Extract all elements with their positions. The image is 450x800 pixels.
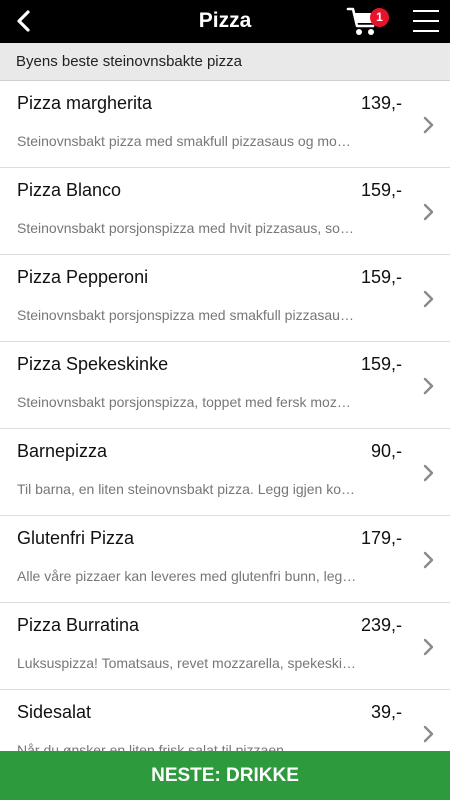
menu-item[interactable]: Barnepizza 90,- Til barna, en liten stei… <box>0 429 450 516</box>
item-description: Steinovnsbakt pizza med smakfull pizzasa… <box>17 133 357 149</box>
item-name: Sidesalat <box>17 702 92 722</box>
item-name: Pizza Pepperoni <box>17 267 149 287</box>
menu-button[interactable] <box>410 5 442 37</box>
menu-item[interactable]: Sidesalat 39,- Når du ønsker en liten fr… <box>0 690 450 751</box>
item-price: 159,- <box>360 267 402 287</box>
menu-item[interactable]: Pizza margherita 139,- Steinovnsbakt piz… <box>0 81 450 168</box>
chevron-right-icon <box>423 551 434 569</box>
menu-list[interactable]: Pizza margherita 139,- Steinovnsbakt piz… <box>0 81 450 751</box>
chevron-right-icon <box>423 464 434 482</box>
app-root: Pizza 1 Byens beste steinovnsbakte pizza… <box>0 0 450 800</box>
chevron-right-icon <box>423 725 434 743</box>
chevron-right-icon <box>423 116 434 134</box>
menu-item[interactable]: Pizza Burratina 239,- Luksuspizza! Tomat… <box>0 603 450 690</box>
item-price: 139,- <box>360 93 402 113</box>
chevron-right-icon <box>423 203 434 221</box>
item-price: 159,- <box>360 180 402 200</box>
item-name: Pizza margherita <box>17 93 153 113</box>
item-description: Steinovnsbakt porsjonspizza med smakfull… <box>17 307 357 323</box>
next-drinks-button[interactable]: NESTE: DRIKKE <box>0 751 450 800</box>
top-bar: Pizza 1 <box>0 0 450 43</box>
hamburger-menu-icon <box>413 10 439 32</box>
item-description: Steinovnsbakt porsjonspizza, toppet med … <box>17 394 357 410</box>
item-description: Alle våre pizzaer kan leveres med gluten… <box>17 568 357 584</box>
chevron-right-icon <box>423 290 434 308</box>
menu-item[interactable]: Pizza Spekeskinke 159,- Steinovnsbakt po… <box>0 342 450 429</box>
item-description: Til barna, en liten steinovnsbakt pizza.… <box>17 481 357 497</box>
chevron-left-icon <box>17 10 30 32</box>
menu-item[interactable]: Glutenfri Pizza 179,- Alle våre pizzaer … <box>0 516 450 603</box>
item-price: 179,- <box>360 528 402 548</box>
item-price: 159,- <box>360 354 402 374</box>
chevron-right-icon <box>423 638 434 656</box>
back-button[interactable] <box>8 6 38 36</box>
item-name: Glutenfri Pizza <box>17 528 135 548</box>
cart-count-badge: 1 <box>370 8 389 27</box>
item-price: 239,- <box>360 615 402 635</box>
chevron-right-icon <box>423 377 434 395</box>
item-name: Pizza Burratina <box>17 615 140 635</box>
item-price: 39,- <box>370 702 402 722</box>
item-description: Luksuspizza! Tomatsaus, revet mozzarella… <box>17 655 357 671</box>
item-description: Når du ønsker en liten frisk salat til p… <box>17 742 284 751</box>
item-price: 90,- <box>370 441 402 461</box>
category-subheader: Byens beste steinovnsbakte pizza <box>0 43 450 81</box>
cart-button[interactable]: 1 <box>346 2 390 40</box>
item-description: Steinovnsbakt porsjonspizza med hvit piz… <box>17 220 357 236</box>
item-name: Pizza Blanco <box>17 180 122 200</box>
menu-item[interactable]: Pizza Pepperoni 159,- Steinovnsbakt pors… <box>0 255 450 342</box>
item-name: Pizza Spekeskinke <box>17 354 169 374</box>
item-name: Barnepizza <box>17 441 108 461</box>
menu-item[interactable]: Pizza Blanco 159,- Steinovnsbakt porsjon… <box>0 168 450 255</box>
category-tagline: Byens beste steinovnsbakte pizza <box>16 53 242 70</box>
